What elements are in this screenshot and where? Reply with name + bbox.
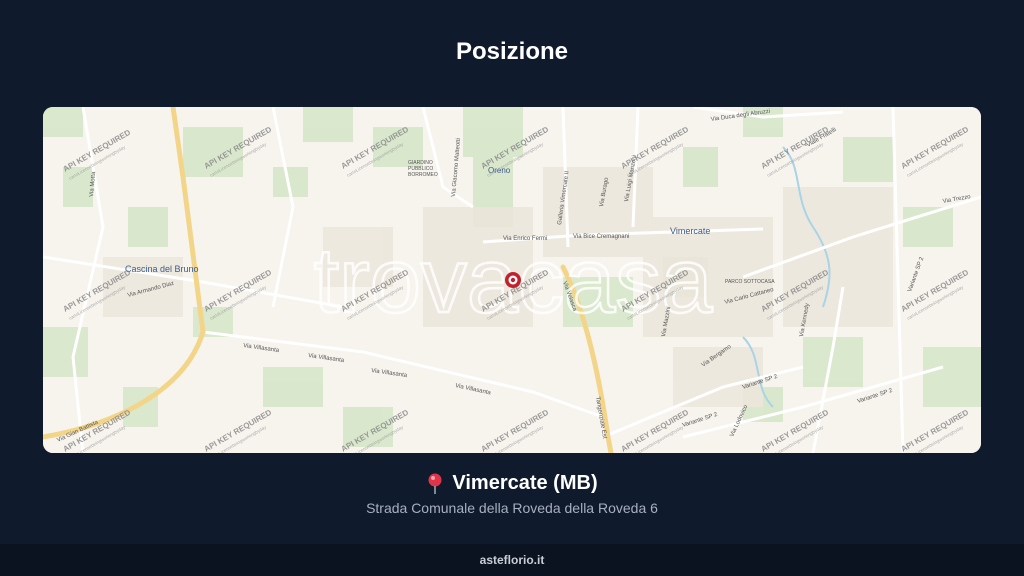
location-marker-icon[interactable] <box>505 272 521 288</box>
location-address: Strada Comunale della Roveda della Roved… <box>366 500 658 516</box>
street-label: Via Bice Cremagnani <box>573 234 629 240</box>
location-header: Vimercate (MB) <box>0 472 1024 495</box>
map-label-cascina-del-bruno: Cascina del Bruno <box>125 264 199 274</box>
page-title: Posizione <box>455 38 569 65</box>
street-label: Via Enrico Fermi <box>503 236 547 242</box>
map-label-parco: PARCO SOTTOCASA <box>725 279 775 285</box>
location-title: Vimercate (MB) <box>452 472 598 494</box>
footer-website[interactable]: asteflorio.it <box>480 553 545 567</box>
map-label-giardino-3: BORROMEO <box>408 172 438 178</box>
map-label-vimercate: Vimercate <box>670 226 710 236</box>
footer: asteflorio.it <box>0 544 1024 576</box>
map-pin-icon <box>428 473 442 494</box>
map-view[interactable]: trovacasa Cascina del Bruno Oreno Vimerc… <box>43 107 981 453</box>
